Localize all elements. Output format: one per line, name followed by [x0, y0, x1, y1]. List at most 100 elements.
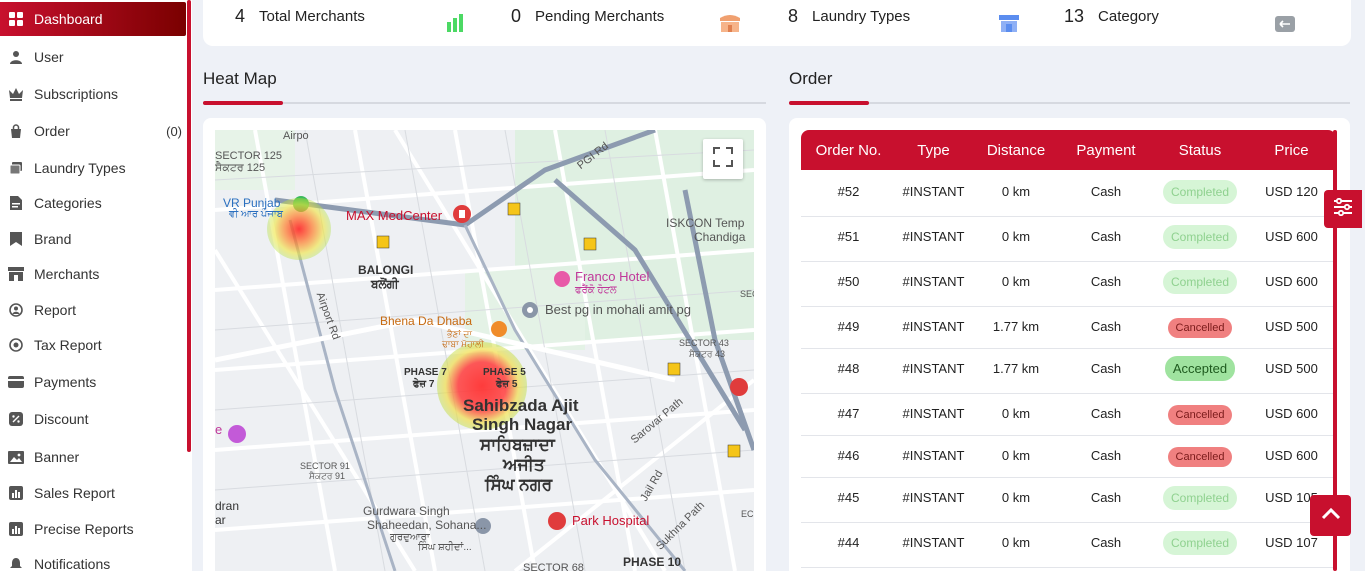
order-payment: Cash: [1090, 448, 1122, 463]
map-label: Park Hospital: [572, 513, 650, 528]
order-distance: 1.77 km: [992, 319, 1040, 334]
table-row[interactable]: #46 #INSTANT 0 km Cash Cancelled USD 600: [801, 436, 1336, 478]
sidebar-item-order[interactable]: Order (0): [0, 114, 186, 148]
layers-icon: [8, 160, 24, 176]
order-type: #INSTANT: [902, 406, 965, 421]
column-header-order-no[interactable]: Order No.: [801, 142, 896, 159]
map-label: Best pg in mohali amit pg: [545, 302, 691, 317]
order-price: USD 500: [1265, 361, 1318, 376]
sidebar-item-laundry-types[interactable]: Laundry Types: [0, 151, 186, 185]
fullscreen-icon: [713, 146, 733, 172]
sidebar-item-label: Order: [34, 123, 70, 139]
stat-category[interactable]: 13 Category: [1052, 0, 1320, 32]
table-row[interactable]: #48 #INSTANT 1.77 km Cash Accepted USD 500: [801, 349, 1336, 394]
discount-icon: [8, 411, 24, 427]
grid-icon: [8, 11, 24, 27]
status-badge: Cancelled: [1167, 405, 1233, 425]
sidebar-item-categories[interactable]: Categories: [0, 186, 186, 220]
order-type: #INSTANT: [902, 361, 965, 376]
order-payment: Cash: [1090, 274, 1122, 289]
orders-table-header: Order No. Type Distance Payment Status P…: [801, 130, 1336, 170]
storefront-icon: [998, 10, 1020, 32]
sidebar-item-brand[interactable]: Brand: [0, 222, 186, 256]
order-status: Completed: [1151, 172, 1249, 204]
sidebar-item-payments[interactable]: Payments: [0, 365, 186, 399]
map-label: Bhena Da Dhaba: [380, 314, 473, 328]
table-row[interactable]: #52 #INSTANT 0 km Cash Completed USD 120: [801, 172, 1336, 217]
sidebar-item-label: Tax Report: [34, 337, 102, 353]
sidebar-item-user[interactable]: User: [0, 40, 186, 74]
sidebar-item-subscriptions[interactable]: Subscriptions: [0, 77, 186, 111]
map-label: ਫਰੈਂਕੋ ਹੋਟਲ: [575, 285, 617, 296]
stat-pending-merchants[interactable]: 0 Pending Merchants: [497, 0, 765, 32]
scroll-to-top-button[interactable]: [1310, 495, 1351, 536]
map-fullscreen-button[interactable]: [703, 139, 743, 179]
table-row[interactable]: #51 #INSTANT 0 km Cash Completed USD 600: [801, 217, 1336, 262]
map-label: ISKCON Temp: [666, 216, 745, 230]
map-label: Sahibzada Ajit: [463, 396, 579, 415]
heatmap-map[interactable]: SECTOR 125 ਸੈਕਟਰ 125 Airpo VR Punjab ਵੀ …: [215, 130, 754, 571]
table-row[interactable]: #49 #INSTANT 1.77 km Cash Cancelled USD 500: [801, 307, 1336, 349]
sidebar-item-tax-report[interactable]: Tax Report: [0, 328, 186, 362]
column-header-payment[interactable]: Payment: [1061, 142, 1151, 159]
sidebar-item-sales-report[interactable]: Sales Report: [0, 476, 186, 510]
map-label: SEC: [740, 289, 754, 299]
table-row[interactable]: #47 #INSTANT 0 km Cash Cancelled USD 600: [801, 394, 1336, 436]
sidebar-item-label: Sales Report: [34, 485, 115, 501]
order-distance: 0 km: [1001, 448, 1031, 463]
map-label: EC: [741, 509, 754, 519]
shop-icon: [719, 10, 741, 32]
map-label: ਅਜੀਤ: [503, 455, 545, 474]
stat-label: Category: [1098, 7, 1159, 25]
sidebar-item-discount[interactable]: Discount: [0, 402, 186, 436]
order-payment: Cash: [1090, 184, 1122, 199]
stat-value: 4: [235, 5, 246, 26]
map-label: PHASE 5: [483, 367, 526, 378]
map-label: BALONGI: [358, 263, 414, 277]
order-type: #INSTANT: [902, 184, 965, 199]
table-row[interactable]: #45 #INSTANT 0 km Cash Completed USD 105: [801, 478, 1336, 523]
stat-laundry-types[interactable]: 8 Laundry Types: [776, 0, 1042, 32]
file-icon: [8, 195, 24, 211]
map-label: Airpo: [283, 130, 309, 142]
table-row[interactable]: #50 #INSTANT 0 km Cash Completed USD 600: [801, 262, 1336, 307]
map-label: ਸਿੰਘ ਨਗਰ: [485, 475, 553, 494]
map-label: ਫੇਜ਼ 5: [496, 379, 518, 390]
chart-icon: [8, 521, 24, 537]
sidebar-item-precise-reports[interactable]: Precise Reports: [0, 512, 186, 546]
order-payment: Cash: [1090, 406, 1122, 421]
column-header-price[interactable]: Price: [1249, 142, 1334, 159]
map-label: ar: [215, 513, 226, 527]
map-label: Shaheedan, Sohana...: [367, 518, 487, 532]
settings-button[interactable]: [1324, 190, 1362, 228]
sidebar-item-notifications[interactable]: Notifications: [0, 547, 186, 571]
stat-label: Total Merchants: [259, 7, 365, 25]
sidebar-item-label: Report: [34, 302, 77, 318]
order-distance: 0 km: [1001, 406, 1031, 421]
column-header-status[interactable]: Status: [1151, 142, 1249, 159]
sidebar-item-label: Payments: [34, 374, 97, 390]
sidebar: Dashboard User Subscriptions Order (0) L…: [0, 0, 192, 571]
order-price: USD 500: [1265, 319, 1318, 334]
stat-value: 8: [788, 5, 799, 26]
table-row[interactable]: #44 #INSTANT 0 km Cash Completed USD 107: [801, 523, 1336, 568]
bar-chart-icon: [445, 10, 467, 32]
status-badge: Accepted: [1164, 356, 1236, 381]
sidebar-item-dashboard[interactable]: Dashboard: [0, 2, 186, 36]
status-badge: Completed: [1162, 531, 1238, 555]
order-price: USD 600: [1265, 274, 1318, 289]
sidebar-item-label: User: [34, 49, 64, 65]
column-header-distance[interactable]: Distance: [971, 142, 1061, 159]
column-header-type[interactable]: Type: [896, 142, 971, 159]
sidebar-scrollbar[interactable]: [187, 0, 191, 452]
order-status: Cancelled: [1151, 307, 1249, 338]
sidebar-item-label: Notifications: [34, 556, 111, 571]
stat-value: 0: [511, 5, 522, 26]
sidebar-item-label: Subscriptions: [34, 86, 119, 102]
map-label: VR Punjab: [223, 196, 281, 210]
sidebar-item-merchants[interactable]: Merchants: [0, 257, 186, 291]
sidebar-item-report[interactable]: Report: [0, 293, 186, 327]
sidebar-item-banner[interactable]: Banner: [0, 440, 186, 474]
stat-total-merchants[interactable]: 4 Total Merchants: [215, 0, 487, 32]
status-badge: Completed: [1162, 180, 1238, 204]
